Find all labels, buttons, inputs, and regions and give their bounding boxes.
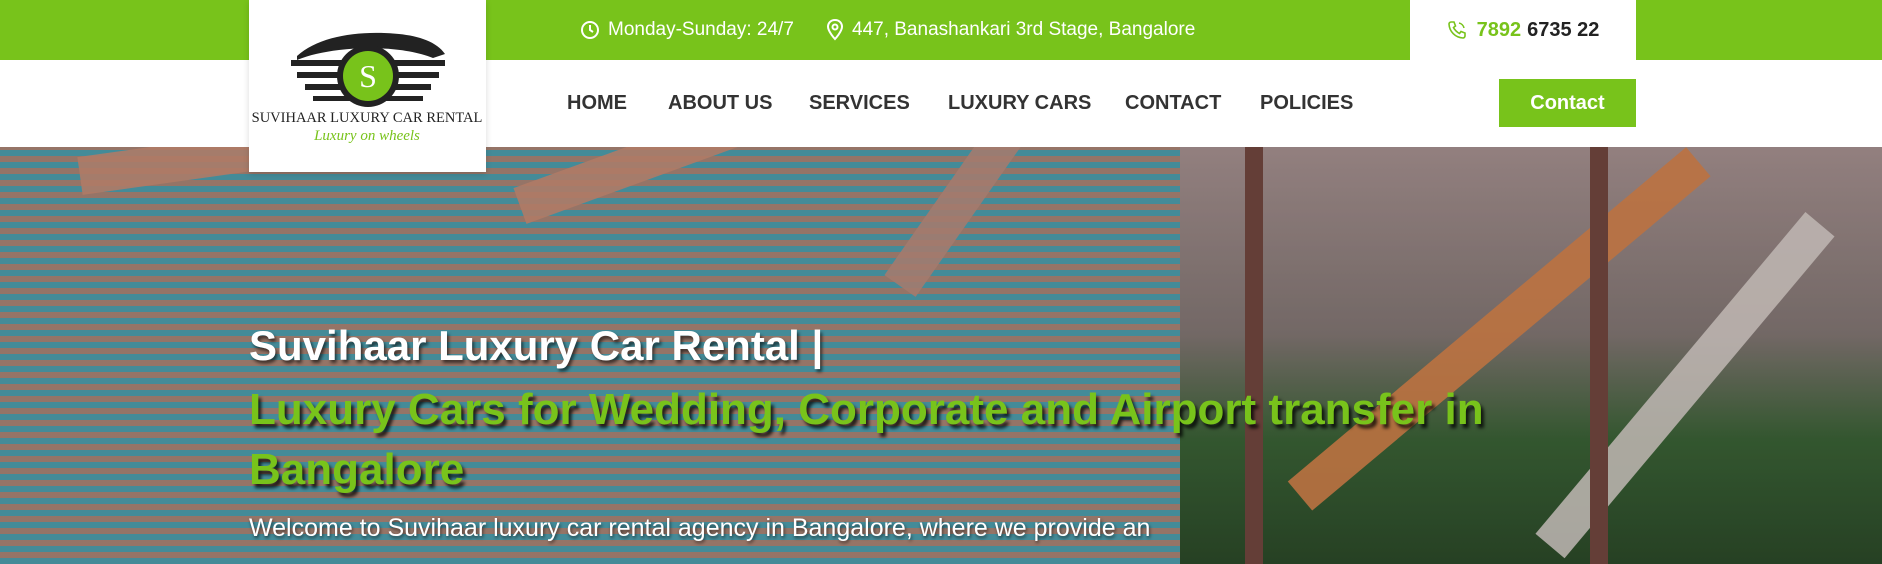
- nav-luxury-cars[interactable]: LUXURY CARS: [948, 60, 1091, 147]
- hero-subtitle: Luxury Cars for Wedding, Corporate and A…: [249, 385, 1484, 494]
- phone-link[interactable]: 7892 6735 22: [1410, 0, 1636, 60]
- car-logo-icon: S SUVIHAAR LUXURY CAR RENTAL Luxury on w…: [252, 32, 483, 144]
- phone-icon: [1447, 21, 1466, 39]
- nav-policies[interactable]: POLICIES: [1260, 60, 1353, 147]
- nav-about-us[interactable]: ABOUT US: [668, 60, 772, 147]
- phone-number: 6735 22: [1527, 18, 1600, 41]
- contact-button[interactable]: Contact: [1499, 79, 1636, 127]
- hero-intro-text: Welcome to Suvihaar luxury car rental ag…: [249, 514, 1151, 542]
- business-address: 447, Banashankari 3rd Stage, Bangalore: [826, 0, 1195, 60]
- map-pin-icon: [826, 19, 844, 41]
- business-hours: Monday-Sunday: 24/7: [580, 0, 794, 60]
- address-text: 447, Banashankari 3rd Stage, Bangalore: [852, 19, 1196, 40]
- nav-services[interactable]: SERVICES: [809, 60, 910, 147]
- nav-contact[interactable]: CONTACT: [1125, 60, 1221, 147]
- phone-prefix: 7892: [1476, 18, 1522, 41]
- hero-title: Suvihaar Luxury Car Rental |: [249, 322, 824, 369]
- nav-home[interactable]: HOME: [567, 60, 627, 147]
- logo-letter: S: [359, 58, 377, 94]
- hours-text: Monday-Sunday: 24/7: [608, 19, 794, 40]
- logo-tagline: Luxury on wheels: [313, 128, 420, 144]
- clock-icon: [581, 21, 599, 39]
- logo-brand-text: SUVIHAAR LUXURY CAR RENTAL: [252, 110, 483, 126]
- site-logo[interactable]: S SUVIHAAR LUXURY CAR RENTAL Luxury on w…: [249, 0, 486, 172]
